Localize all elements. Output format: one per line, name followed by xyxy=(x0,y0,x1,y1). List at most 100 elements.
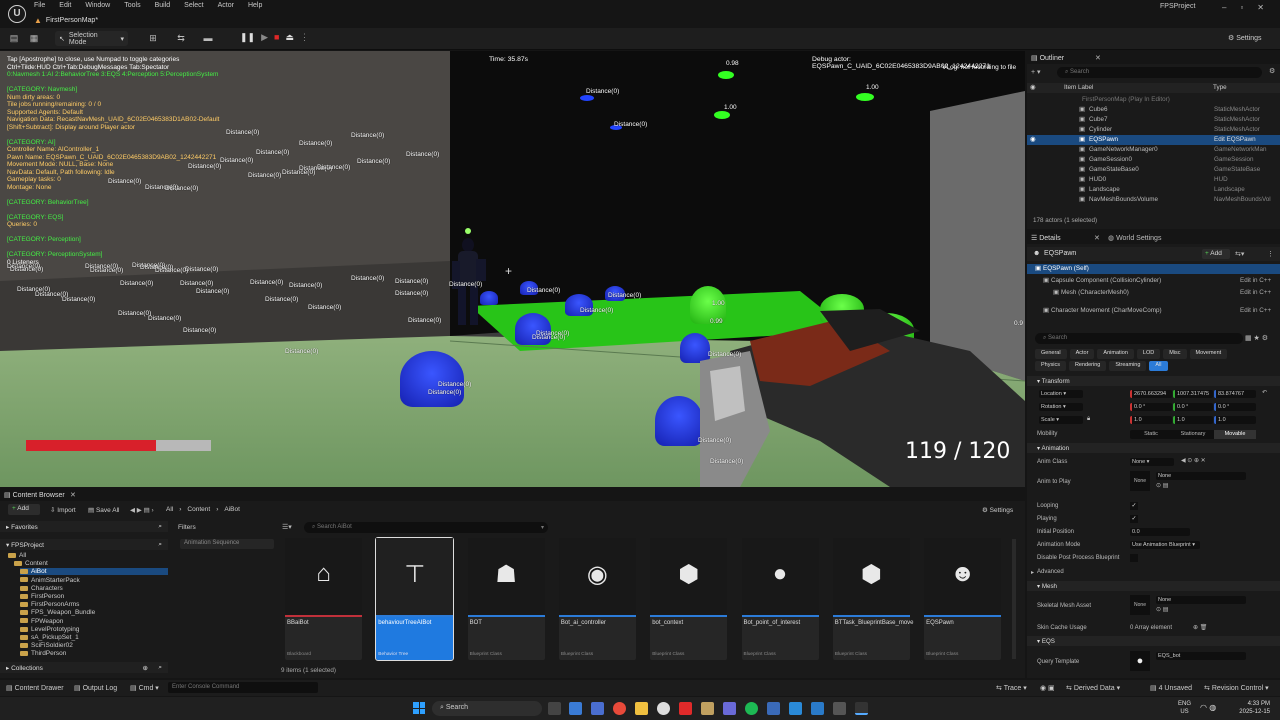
spotify-icon[interactable] xyxy=(745,702,758,715)
outliner-row[interactable]: ◉ ▣ EQSPawn Edit EQSPawn xyxy=(1027,135,1280,145)
eye-icon[interactable]: ◉ xyxy=(1030,136,1036,143)
outliner-row[interactable]: ▣ GameNetworkManager0 GameNetworkMan xyxy=(1027,145,1280,155)
asset-tile[interactable]: ● Bot_point_of_interest Blueprint Class xyxy=(741,538,819,660)
app-icon[interactable] xyxy=(591,702,604,715)
asset-grid-scrollbar[interactable] xyxy=(1012,539,1016,659)
add-component-button[interactable]: + Add xyxy=(1202,249,1230,259)
trace-button[interactable]: ⇆ Trace ▾ xyxy=(996,684,1027,692)
content-drawer-button[interactable]: ▤ Content Drawer xyxy=(6,684,64,692)
console-input[interactable]: Enter Console Command xyxy=(168,682,318,693)
mobility-stationary[interactable]: Stationary xyxy=(1172,430,1214,439)
filter-chip[interactable]: All xyxy=(1149,361,1168,371)
menu-select[interactable]: Select xyxy=(184,2,203,9)
close-icon[interactable]: ✕ xyxy=(1257,3,1264,12)
asset-tile[interactable]: ⊤ behaviourTreeAIBot Behavior Tree xyxy=(375,537,455,661)
app-icon[interactable] xyxy=(789,702,802,715)
mobility-movable[interactable]: Movable xyxy=(1214,430,1256,439)
rotation-dropdown[interactable]: Rotation ▾ xyxy=(1039,403,1083,411)
filter-chip[interactable]: LOD xyxy=(1136,349,1161,359)
component-row[interactable]: ▣ Capsule Component (CollisionCylinder) Ed… xyxy=(1027,276,1280,286)
outliner-row[interactable]: ▣ NavMeshBoundsVolume NavMeshBoundsVol xyxy=(1027,195,1280,205)
asset-tile[interactable]: ◉ Bot_ai_controller Blueprint Class xyxy=(558,538,636,660)
component-row[interactable]: ▣ EQSPawn (Self) xyxy=(1027,264,1280,274)
blueprint-icon[interactable]: ⇆ xyxy=(175,33,187,44)
component-row[interactable]: ▣ Character Movement (CharMoveComp) Edit i… xyxy=(1027,306,1280,316)
menu-file[interactable]: File xyxy=(34,2,45,9)
scale-z-field[interactable]: 1.0 xyxy=(1214,416,1256,424)
status-icons[interactable]: ◉ ▣ xyxy=(1040,684,1055,692)
advanced-row[interactable]: ▸ Advanced xyxy=(1031,567,1276,579)
pause-icon[interactable]: ❚❚ xyxy=(240,32,255,43)
filter-chip[interactable]: Rendering xyxy=(1068,361,1107,371)
selection-mode-dropdown[interactable]: ↖ Selection Mode ▾ xyxy=(55,31,128,46)
menu-actor[interactable]: Actor xyxy=(218,2,234,9)
menu-window[interactable]: Window xyxy=(85,2,110,9)
start-icon[interactable] xyxy=(413,702,425,714)
filter-chip[interactable]: Streaming xyxy=(1109,361,1147,371)
asset-tile[interactable]: ⌂ BBaiBot Blackboard xyxy=(285,538,362,660)
component-row[interactable]: ▣ Mesh (CharacterMesh0) Edit in C++ xyxy=(1027,288,1280,298)
outliner-row[interactable]: ▣ GameSession0 GameSession xyxy=(1027,155,1280,165)
system-tray-icons[interactable]: ◠ ◍ xyxy=(1200,703,1216,712)
save-icon[interactable]: ▤ xyxy=(8,33,20,44)
transform-section[interactable]: ▾ Transform xyxy=(1027,376,1280,386)
type-header[interactable]: Type xyxy=(1213,84,1227,91)
mesh-section[interactable]: ▾ Mesh xyxy=(1027,581,1280,591)
add-filter-icon[interactable]: + ▾ xyxy=(1031,68,1041,76)
reset-icon[interactable]: ↶ xyxy=(1262,389,1267,396)
maximize-icon[interactable]: ▫ xyxy=(1240,3,1243,12)
vscode-icon[interactable] xyxy=(811,702,824,715)
asset-browse-icon[interactable]: ◀ ⊙ ⊕ ✕ xyxy=(1181,457,1206,464)
output-log-button[interactable]: ▤ Output Log xyxy=(74,684,117,692)
asset-tile[interactable]: ⬢ BTTask_BlueprintBase_move Blueprint Clas… xyxy=(832,538,914,660)
app-icon[interactable] xyxy=(767,702,780,715)
asset-tile[interactable]: ☗ BOT Blueprint Class xyxy=(467,538,545,660)
cmd-dropdown[interactable]: ▤ Cmd ▾ xyxy=(130,684,159,692)
outliner-row[interactable]: ▣ Cube7 StaticMeshActor xyxy=(1027,115,1280,125)
filter-chip[interactable]: Physics xyxy=(1035,361,1066,371)
app-icon[interactable] xyxy=(679,702,692,715)
anim-mode-dropdown[interactable]: Use Animation Blueprint ▾ xyxy=(1130,541,1200,549)
task-view-icon[interactable] xyxy=(548,702,561,715)
outliner-row[interactable]: ▣ HUD0 HUD xyxy=(1027,175,1280,185)
language-indicator[interactable]: ENG US xyxy=(1178,700,1191,716)
looping-checkbox[interactable]: ✓ xyxy=(1130,502,1138,510)
details-tab[interactable]: ☰ Details xyxy=(1031,234,1061,242)
minimize-icon[interactable]: – xyxy=(1222,3,1226,12)
array-add-icon[interactable]: ⊕ 🗑︎ xyxy=(1193,624,1207,631)
anim-thumbnail[interactable]: None xyxy=(1130,471,1150,491)
scale-dropdown[interactable]: Scale ▾ xyxy=(1039,416,1083,424)
derived-data-button[interactable]: ⇆ Derived Data ▾ xyxy=(1066,684,1120,692)
location-dropdown[interactable]: Location ▾ xyxy=(1039,390,1083,398)
asset-browse-icon[interactable]: ⊙ ▤ xyxy=(1156,482,1168,489)
app-icon[interactable] xyxy=(701,702,714,715)
outliner-tab[interactable]: ▤ Outliner xyxy=(1031,54,1064,62)
scale-x-field[interactable]: 1.0 xyxy=(1130,416,1172,424)
anim-to-play-dropdown[interactable]: None xyxy=(1156,472,1246,480)
lock-icon[interactable]: 🔒︎ xyxy=(1087,416,1090,423)
map-tab[interactable]: ▲ FirstPersonMap* xyxy=(34,16,98,25)
settings-button[interactable]: ⚙ Settings xyxy=(1228,34,1262,42)
outliner-row[interactable]: ▣ Cylinder StaticMeshActor xyxy=(1027,125,1280,135)
edit-in-cpp-link[interactable]: Edit in C++ xyxy=(1240,277,1271,284)
initial-position-field[interactable]: 0.0 xyxy=(1130,528,1190,536)
item-label-header[interactable]: Item Label xyxy=(1064,84,1093,91)
outliner-row[interactable]: FirstPersonMap (Play In Editor) xyxy=(1027,95,1280,105)
unsaved-button[interactable]: ▤ 4 Unsaved xyxy=(1150,684,1192,692)
app-icon[interactable] xyxy=(569,702,582,715)
mobility-static[interactable]: Static xyxy=(1130,430,1172,439)
eject-icon[interactable]: ⏏ xyxy=(285,32,294,43)
rotation-z-field[interactable]: 0.0 ° xyxy=(1214,403,1256,411)
more-options-icon[interactable]: ⋮ xyxy=(1267,250,1274,258)
mesh-thumbnail[interactable]: None xyxy=(1130,595,1150,615)
file-explorer-icon[interactable] xyxy=(635,702,648,715)
filter-chip[interactable]: Animation xyxy=(1097,349,1134,359)
unreal-taskbar-icon[interactable] xyxy=(855,702,868,715)
filter-chip[interactable]: Movement xyxy=(1189,349,1228,359)
close-icon[interactable]: ✕ xyxy=(1095,54,1101,62)
asset-tile[interactable]: ⬢ bot_context Blueprint Class xyxy=(650,538,728,660)
filter-chip[interactable]: Misc xyxy=(1163,349,1187,359)
query-template-dropdown[interactable]: EQS_bot xyxy=(1156,652,1246,660)
content-icon[interactable]: ▦ xyxy=(28,33,40,44)
menu-build[interactable]: Build xyxy=(155,2,171,9)
